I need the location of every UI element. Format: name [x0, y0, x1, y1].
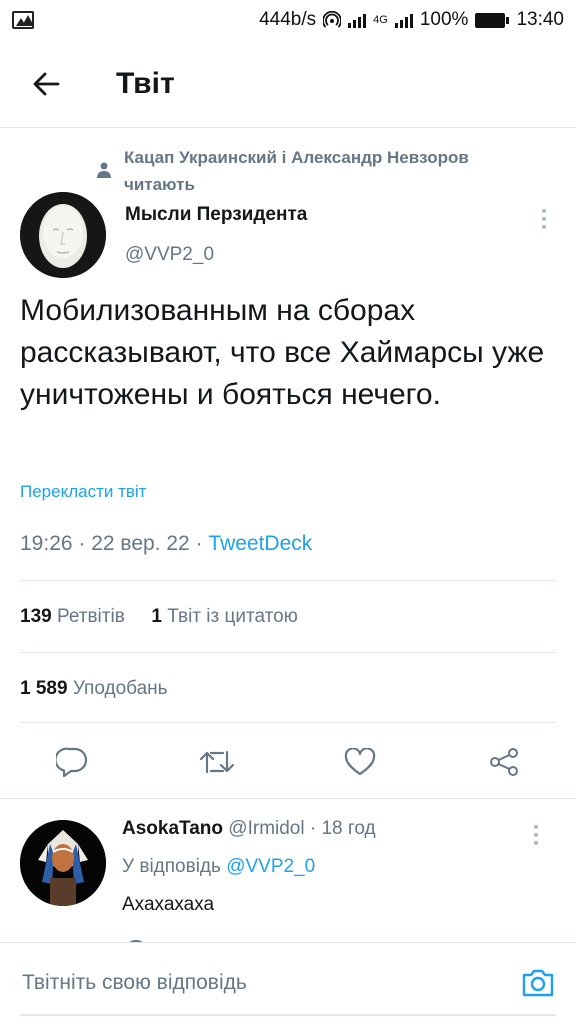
reply-header: AsokaTano @Irmidol · 18 год — [122, 818, 376, 840]
status-bar: 444b/s 4G 100% 13:40 — [0, 0, 576, 40]
tweet-date: 22 вер. 22 — [91, 532, 190, 555]
reply-author-name[interactable]: AsokaTano — [122, 818, 223, 839]
share-button[interactable] — [482, 740, 526, 784]
arrow-left-icon — [33, 72, 60, 95]
retweets-count: 139 — [20, 606, 52, 627]
avatar[interactable] — [20, 192, 106, 278]
top-app-bar: Твіт — [0, 40, 576, 128]
author-handle[interactable]: @VVP2_0 — [125, 244, 214, 266]
reply-tweet[interactable]: AsokaTano @Irmidol · 18 год У відповідь … — [0, 800, 576, 942]
network-speed: 444b/s — [259, 9, 317, 30]
battery-percent: 100% — [419, 9, 469, 30]
replying-to-label: У відповідь — [122, 856, 221, 877]
battery-icon — [475, 12, 510, 28]
avatar-image — [20, 192, 106, 278]
retweets-stat[interactable]: 139 Ретвітів — [20, 606, 125, 627]
network-type: 4G — [373, 14, 388, 26]
tweet-meta: 19:26 · 22 вер. 22 · TweetDeck — [20, 532, 312, 556]
divider — [20, 652, 556, 653]
replying-to: У відповідь @VVP2_0 — [122, 856, 315, 878]
reply-icon — [56, 747, 88, 777]
likes-count: 1 589 — [20, 678, 68, 699]
quotes-count: 1 — [151, 606, 162, 627]
meta-separator: · — [78, 532, 92, 555]
tweet-time: 19:26 — [20, 532, 73, 555]
translate-tweet-link[interactable]: Перекласти твіт — [20, 482, 146, 502]
tweet-source-link[interactable]: TweetDeck — [208, 532, 312, 555]
divider — [20, 722, 556, 723]
meta-separator: · — [309, 818, 322, 839]
camera-button[interactable] — [518, 963, 558, 1003]
section-divider — [0, 798, 576, 799]
retweets-label: Ретвітів — [56, 606, 125, 627]
avatar[interactable] — [20, 820, 106, 906]
camera-icon — [522, 969, 554, 997]
wifi-signal-icon — [348, 12, 367, 28]
reply-age: 18 год — [321, 818, 376, 839]
more-vert-icon — [542, 209, 546, 213]
social-context[interactable]: Кацап Украинский і Александр Невзоров чи… — [84, 144, 544, 198]
clock: 13:40 — [516, 9, 564, 30]
retweet-stats: 139 Ретвітів 1 Твіт із цитатою — [20, 606, 298, 628]
likes-stat[interactable]: 1 589 Уподобань — [20, 678, 168, 700]
page-title: Твіт — [116, 66, 175, 100]
reply-more-options-button[interactable] — [526, 820, 546, 850]
quotes-label: Твіт із цитатою — [167, 606, 298, 627]
share-icon — [490, 748, 518, 776]
person-icon — [84, 144, 124, 198]
replying-to-handle[interactable]: @VVP2_0 — [226, 856, 315, 877]
like-button[interactable] — [338, 740, 382, 784]
cell-signal-icon — [394, 12, 413, 28]
back-button[interactable] — [16, 54, 76, 114]
hotspot-icon — [323, 11, 342, 28]
reply-author-handle[interactable]: @Irmidol — [228, 818, 304, 839]
divider — [20, 580, 556, 581]
tweet-text: Мобилизованным на сборах рассказывают, ч… — [20, 294, 545, 411]
quotes-stat[interactable]: 1 Твіт із цитатою — [151, 606, 298, 627]
meta-separator: · — [195, 532, 209, 555]
input-underline — [20, 1014, 556, 1016]
gallery-notification-icon — [12, 11, 34, 29]
likes-label: Уподобань — [72, 678, 168, 699]
reply-input[interactable]: Твітніть свою відповідь — [22, 971, 247, 995]
more-options-button[interactable] — [534, 204, 554, 234]
heart-icon — [344, 748, 376, 776]
tweet-author: Мысли Перзидента @VVP2_0 — [20, 192, 560, 282]
retweet-button[interactable] — [195, 740, 239, 784]
avatar-image — [20, 820, 106, 906]
social-context-text: Кацап Украинский і Александр Невзоров чи… — [123, 148, 469, 194]
tweet-action-bar — [0, 740, 576, 784]
reply-button[interactable] — [50, 740, 94, 784]
reply-compose-bar: Твітніть свою відповідь — [0, 942, 576, 1024]
reply-text: Ахахахаха — [122, 894, 215, 915]
retweet-icon — [199, 750, 235, 774]
author-name[interactable]: Мысли Перзидента — [125, 204, 307, 226]
more-vert-icon — [534, 825, 538, 829]
